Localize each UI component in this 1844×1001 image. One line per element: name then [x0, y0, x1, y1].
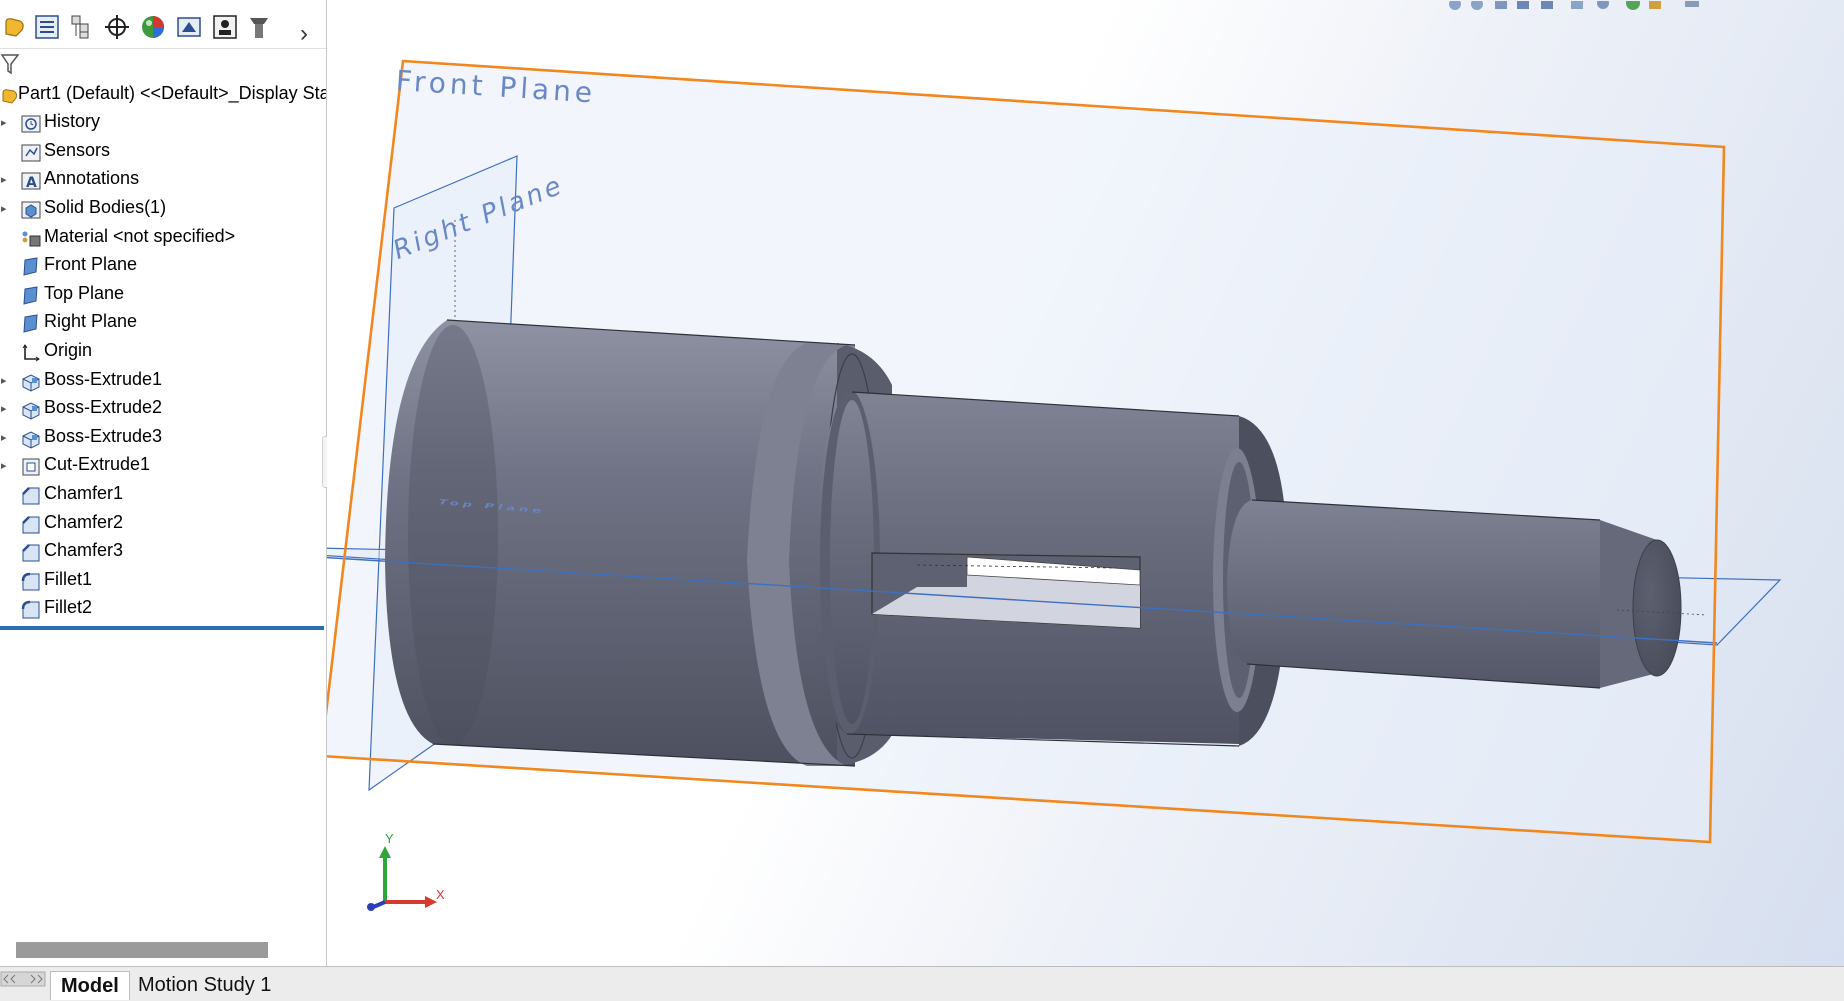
tab-motion-study[interactable]: Motion Study 1 — [128, 971, 281, 999]
tree-root-label: Part1 (Default) <<Default>_Display Sta — [18, 83, 326, 103]
material-icon — [20, 228, 42, 250]
tree-item-annotations[interactable]: ▸ A Annotations — [0, 167, 326, 195]
tree-item-top-plane[interactable]: Top Plane — [0, 282, 326, 310]
cut-extrude-icon — [20, 456, 42, 478]
plane-icon — [20, 256, 42, 278]
view-triad — [367, 846, 437, 911]
tree-root-part[interactable]: Part1 (Default) <<Default>_Display Sta — [0, 82, 326, 110]
solid-bodies-icon — [20, 199, 42, 221]
tree-item-label: Chamfer1 — [44, 482, 124, 503]
tree-item-sensors[interactable]: Sensors — [0, 139, 326, 167]
tree-item-label: Origin — [44, 339, 93, 360]
tree-item-label: Solid Bodies(1) — [44, 196, 167, 217]
tree-item-label: Fillet2 — [44, 597, 93, 618]
cam-icon[interactable] — [174, 12, 204, 42]
expand-arrow-icon[interactable]: ▸ — [1, 116, 7, 129]
tree-item-material-not-specified[interactable]: Material <not specified> — [0, 225, 326, 253]
property-manager-icon[interactable] — [32, 12, 62, 42]
tree-item-boss-extrude3[interactable]: ▸ Boss-Extrude3 — [0, 425, 326, 453]
tree-item-chamfer1[interactable]: Chamfer1 — [0, 482, 326, 510]
boss-extrude-icon — [20, 428, 42, 450]
expand-arrow-icon[interactable]: ▸ — [1, 202, 7, 215]
expand-arrow-icon[interactable]: ▸ — [1, 402, 7, 415]
expand-arrow-icon[interactable]: ▸ — [1, 459, 7, 472]
tree-item-label: History — [44, 111, 101, 132]
expand-arrow-icon[interactable]: ▸ — [1, 431, 7, 444]
tree-item-chamfer3[interactable]: Chamfer3 — [0, 539, 326, 567]
sensors-icon — [20, 142, 42, 164]
fillet-icon — [20, 571, 42, 593]
tree-item-label: Cut-Extrude1 — [44, 454, 151, 475]
configuration-manager-icon[interactable] — [66, 12, 96, 42]
origin-icon — [20, 342, 42, 364]
chamfer-icon — [20, 485, 42, 507]
dimxpert-icon[interactable] — [102, 12, 132, 42]
chevron-right-icon[interactable]: › — [300, 20, 308, 48]
tree-item-solid-bodies-1[interactable]: ▸ Solid Bodies(1) — [0, 196, 326, 224]
appearance-icon[interactable] — [210, 12, 240, 42]
tree-item-label: Boss-Extrude2 — [44, 397, 163, 418]
tree-item-boss-extrude2[interactable]: ▸ Boss-Extrude2 — [0, 396, 326, 424]
tree-item-right-plane[interactable]: Right Plane — [0, 310, 326, 338]
tree-item-fillet1[interactable]: Fillet1 — [0, 568, 326, 596]
tree-item-origin[interactable]: Origin — [0, 339, 326, 367]
tab-model[interactable]: Model — [50, 971, 130, 1000]
tree-item-cut-extrude1[interactable]: ▸ Cut-Extrude1 — [0, 453, 326, 481]
chamfer-icon — [20, 542, 42, 564]
tree-item-label: Boss-Extrude1 — [44, 368, 163, 389]
tree-item-label: Annotations — [44, 168, 140, 189]
tree-item-label: Chamfer2 — [44, 511, 124, 532]
tree-item-front-plane[interactable]: Front Plane — [0, 253, 326, 281]
chamfer-icon — [20, 514, 42, 536]
tree-item-boss-extrude1[interactable]: ▸ Boss-Extrude1 — [0, 368, 326, 396]
tree-item-label: Right Plane — [44, 311, 138, 332]
tree-item-history[interactable]: ▸ History — [0, 110, 326, 138]
horizontal-scrollbar-thumb[interactable] — [16, 942, 268, 958]
tree-item-label: Chamfer3 — [44, 540, 124, 561]
tree-item-chamfer2[interactable]: Chamfer2 — [0, 511, 326, 539]
custom-icon[interactable] — [244, 12, 274, 42]
tree-item-label: Boss-Extrude3 — [44, 425, 163, 446]
fillet-icon — [20, 599, 42, 621]
tree-item-label: Material <not specified> — [44, 225, 236, 246]
tree-item-label: Front Plane — [44, 254, 138, 275]
history-icon — [20, 113, 42, 135]
bottom-tab-bar: Model Motion Study 1 — [0, 966, 1844, 1001]
display-manager-icon[interactable] — [138, 12, 168, 42]
filter-icon[interactable] — [0, 53, 22, 75]
expand-arrow-icon[interactable]: ▸ — [1, 374, 7, 387]
triad-y-label: Y — [385, 831, 394, 846]
filter-row — [0, 48, 326, 79]
svg-text:A: A — [26, 175, 37, 191]
panel-tab-strip: › — [0, 10, 326, 48]
triad-x-label: X — [436, 887, 445, 902]
rollback-bar[interactable] — [0, 626, 324, 630]
boss-extrude-icon — [20, 371, 42, 393]
plane-icon — [20, 285, 42, 307]
tab-scroll-arrows[interactable] — [0, 971, 46, 989]
graphics-area[interactable]: Front Plane Right Plane Top Plane Y X — [327, 0, 1844, 966]
boss-extrude-icon — [20, 399, 42, 421]
tree-item-fillet2[interactable]: Fillet2 — [0, 596, 326, 624]
feature-manager-panel: › Part1 (Default) <<Default>_Display Sta… — [0, 0, 327, 966]
tree-item-label: Sensors — [44, 139, 111, 160]
tree-item-label: Fillet1 — [44, 568, 93, 589]
feature-manager-icon[interactable] — [0, 12, 30, 42]
annotations-icon: A — [20, 170, 42, 192]
expand-arrow-icon[interactable]: ▸ — [1, 173, 7, 186]
tree-item-label: Top Plane — [44, 282, 125, 303]
plane-icon — [20, 313, 42, 335]
